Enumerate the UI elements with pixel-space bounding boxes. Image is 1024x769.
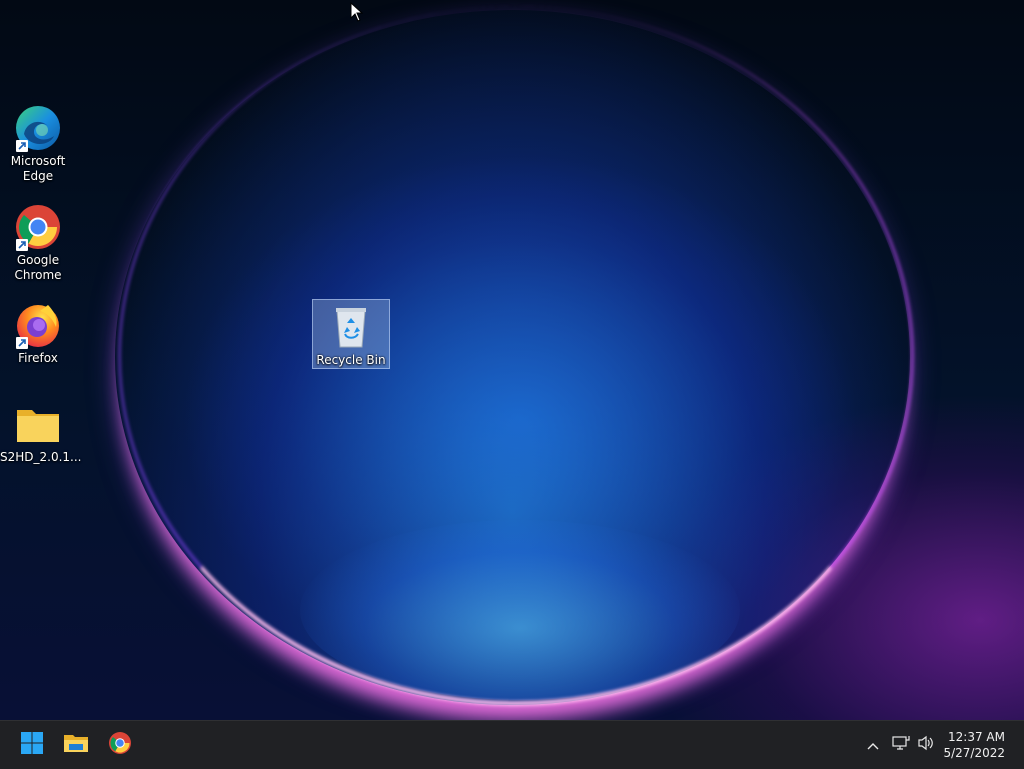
file-explorer-taskbar-button[interactable] xyxy=(59,728,93,762)
desktop-icon-recycle-bin[interactable]: Recycle Bin xyxy=(312,299,390,369)
desktop-wallpaper xyxy=(0,0,1024,720)
desktop-icon-label: Recycle Bin xyxy=(316,353,386,367)
desktop-icon-label: Microsoft Edge xyxy=(10,154,66,183)
network-icon xyxy=(892,735,910,755)
network-tray-button[interactable] xyxy=(889,721,913,769)
taskbar: 12:37 AM 5/27/2022 xyxy=(0,720,1024,769)
taskbar-clock[interactable]: 12:37 AM 5/27/2022 xyxy=(943,729,1005,761)
file-explorer-icon xyxy=(63,731,89,759)
firefox-icon xyxy=(14,301,62,349)
chevron-up-icon xyxy=(866,736,880,755)
desktop-icon-label: Google Chrome xyxy=(14,253,62,282)
chrome-icon xyxy=(108,731,132,759)
volume-tray-button[interactable] xyxy=(914,721,938,769)
chrome-icon xyxy=(14,203,62,251)
desktop-icon-google-chrome[interactable]: Google Chrome xyxy=(0,203,76,283)
desktop-icon-label: Firefox xyxy=(18,351,58,365)
chrome-taskbar-button[interactable] xyxy=(103,728,137,762)
shortcut-arrow-icon xyxy=(16,140,28,152)
volume-icon xyxy=(917,735,935,755)
desktop-icon-s2hd-folder[interactable]: S2HD_2.0.1... xyxy=(0,400,82,465)
clock-time: 12:37 AM xyxy=(948,730,1005,744)
folder-icon xyxy=(14,400,62,448)
start-button[interactable] xyxy=(15,728,49,762)
edge-icon xyxy=(14,104,62,152)
shortcut-arrow-icon xyxy=(16,337,28,349)
windows-start-icon xyxy=(20,731,44,759)
desktop-icon-label: S2HD_2.0.1... xyxy=(0,450,82,464)
clock-date: 5/27/2022 xyxy=(943,746,1005,760)
desktop-icon-microsoft-edge[interactable]: Microsoft Edge xyxy=(0,104,76,184)
desktop-icon-firefox[interactable]: Firefox xyxy=(0,301,76,366)
tray-overflow-button[interactable] xyxy=(862,721,884,769)
mouse-cursor-icon xyxy=(350,1,364,22)
wallpaper-orb-rim xyxy=(118,6,914,706)
recycle-bin-icon xyxy=(327,303,375,351)
shortcut-arrow-icon xyxy=(16,239,28,251)
